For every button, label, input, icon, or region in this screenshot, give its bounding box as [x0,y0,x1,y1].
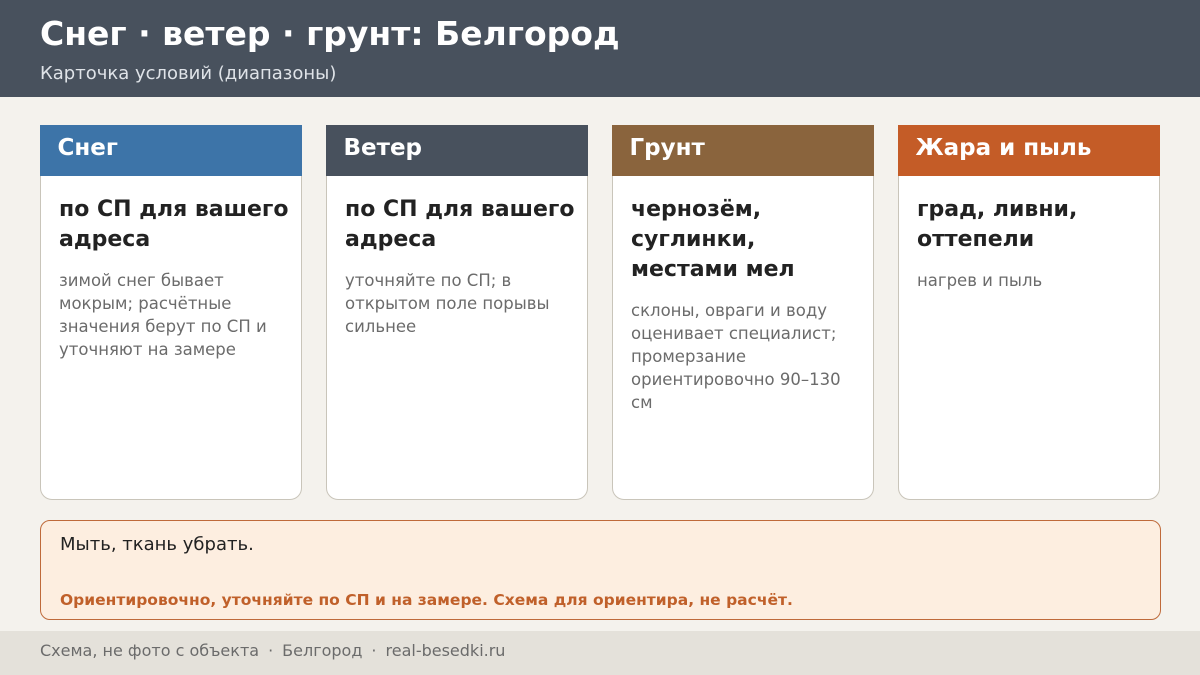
note-box: Мыть, ткань убрать. Ориентировочно, уточ… [40,520,1161,620]
card-wind-note: уточняйте по СП; в открытом поле порывы … [345,271,550,336]
card-wind: Ветер по СП для вашего адреса уточняйте … [325,124,588,500]
card-snow: Снег по СП для вашего адреса зимой снег … [39,124,302,500]
footer-separator: · [268,641,274,660]
footer-line: Схема, не фото с объекта · Белгород · real-b… [40,641,505,660]
page-title: Снег · ветер · грунт: Белгород [40,14,620,53]
card-snow-note: зимой снег бывает мокрым; расчётные знач… [59,271,267,359]
card-heat-title: Жара и пыль [897,124,1160,176]
card-heat-note: нагрев и пыль [917,271,1043,290]
card-wind-title: Ветер [325,124,588,176]
card-soil-main: чернозём, суглинки, местами мел [631,197,795,282]
footer-caption: Схема, не фото с объекта [40,641,260,660]
card-snow-main: по СП для вашего адреса [59,197,289,252]
header: Снег · ветер · грунт: Белгород Карточка … [0,0,1200,97]
card-wind-main: по СП для вашего адреса [345,197,575,252]
card-heat-main: град, ливни, оттепели [917,197,1078,252]
footer-site: real-besedki.ru [385,641,506,660]
note-warning: Ориентировочно, уточняйте по СП и на зам… [60,591,793,609]
note-text: Мыть, ткань убрать. [60,534,254,555]
footer-city: Белгород [282,641,363,660]
card-soil-title: Грунт [611,124,874,176]
page-subtitle: Карточка условий (диапазоны) [40,63,337,84]
card-soil-note: склоны, овраги и воду оценивает специали… [631,301,841,412]
footer-separator: · [371,641,377,660]
card-soil: Грунт чернозём, суглинки, местами мел ск… [611,124,874,500]
card-snow-title: Снег [39,124,302,176]
footer: Схема, не фото с объекта · Белгород · real-b… [0,631,1200,675]
card-heat: Жара и пыль град, ливни, оттепели нагрев… [897,124,1160,500]
